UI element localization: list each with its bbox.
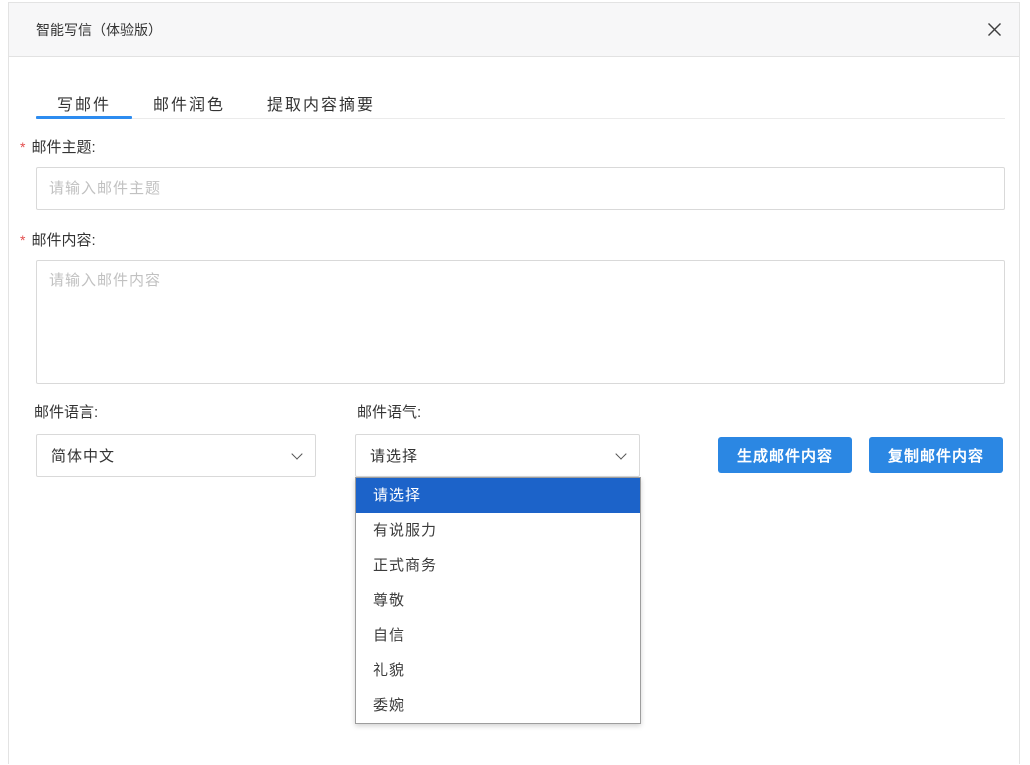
tab-polish-email[interactable]: 邮件润色 xyxy=(132,84,246,118)
language-select[interactable]: 简体中文 xyxy=(36,434,316,477)
required-mark: * xyxy=(20,232,25,248)
dialog-title: 智能写信（体验版） xyxy=(36,20,162,40)
content-textarea[interactable] xyxy=(36,260,1005,384)
close-icon xyxy=(987,22,1002,37)
subject-label: * 邮件主题: xyxy=(20,136,96,157)
tone-label: 邮件语气: xyxy=(357,401,421,422)
tone-option[interactable]: 请选择 xyxy=(356,478,640,513)
chevron-down-icon xyxy=(291,448,302,459)
chevron-down-icon xyxy=(615,448,626,459)
tone-option[interactable]: 礼貌 xyxy=(356,653,640,688)
tone-select-value: 请选择 xyxy=(370,445,418,466)
smart-writing-screen: 智能写信（体验版） 写邮件邮件润色提取内容摘要 * 邮件主题: * 邮件内容: 邮件… xyxy=(0,0,1030,765)
close-button[interactable] xyxy=(983,19,1005,41)
tone-option[interactable]: 自信 xyxy=(356,618,640,653)
language-label: 邮件语言: xyxy=(34,401,98,422)
dialog-header: 智能写信（体验版） xyxy=(9,3,1019,57)
subject-label-text: 邮件主题: xyxy=(31,139,95,156)
content-label-text: 邮件内容: xyxy=(31,232,95,249)
tab-extract-summary[interactable]: 提取内容摘要 xyxy=(246,84,396,118)
tone-option[interactable]: 有说服力 xyxy=(356,513,640,548)
copy-button[interactable]: 复制邮件内容 xyxy=(869,437,1003,473)
subject-input[interactable] xyxy=(36,167,1005,210)
tone-option[interactable]: 尊敬 xyxy=(356,583,640,618)
required-mark: * xyxy=(20,139,25,155)
content-label: * 邮件内容: xyxy=(20,229,96,250)
tone-option[interactable]: 正式商务 xyxy=(356,548,640,583)
tone-dropdown: 请选择有说服力正式商务尊敬自信礼貌委婉 xyxy=(355,477,641,724)
tab-write-email[interactable]: 写邮件 xyxy=(36,84,132,118)
tone-option[interactable]: 委婉 xyxy=(356,688,640,723)
tabs-row: 写邮件邮件润色提取内容摘要 xyxy=(36,84,1005,119)
generate-button[interactable]: 生成邮件内容 xyxy=(718,437,852,473)
language-select-value: 简体中文 xyxy=(51,445,115,466)
tone-select[interactable]: 请选择 xyxy=(355,434,640,477)
